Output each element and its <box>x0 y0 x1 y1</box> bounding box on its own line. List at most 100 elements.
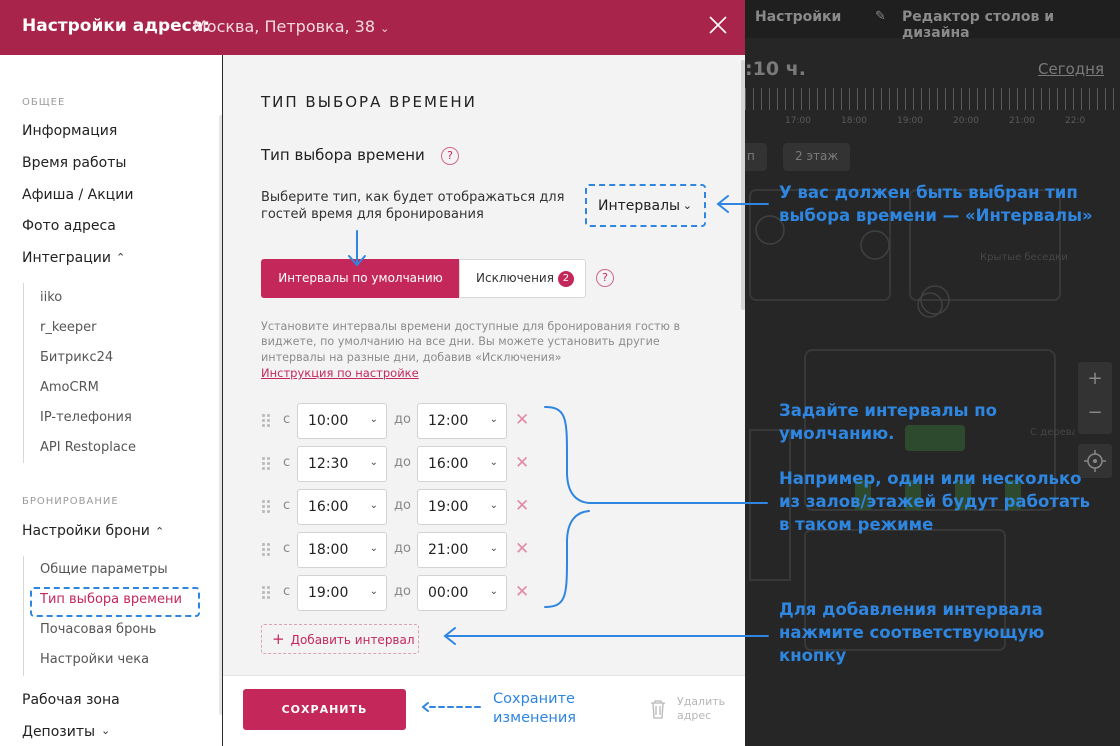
sidebar-item[interactable]: Депозиты <box>22 724 95 740</box>
sidebar-item[interactable]: Рабочая зона <box>22 692 120 708</box>
drag-handle-icon[interactable] <box>261 456 271 472</box>
interval-from-select[interactable]: 12:30 ⌄ <box>297 446 387 482</box>
interval-to-select[interactable]: 00:00 ⌄ <box>417 575 507 611</box>
chevron-down-icon: ⌄ <box>369 586 378 597</box>
sidebar-subitem[interactable]: r_keeper <box>40 320 97 335</box>
interval-from-value: 19:00 <box>308 585 349 601</box>
interval-from-select[interactable]: 16:00 ⌄ <box>297 489 387 525</box>
bg-settings-item: Настройки <box>755 9 842 25</box>
chevron-down-icon: ⌄ <box>101 724 111 737</box>
sidebar-subitem[interactable]: iiko <box>40 290 62 305</box>
from-label: с <box>283 455 291 470</box>
from-label: с <box>283 541 291 556</box>
plus-icon: + <box>272 630 285 648</box>
sidebar-subitem[interactable]: Битрикс24 <box>40 350 113 365</box>
from-label: с <box>283 584 291 599</box>
sidebar-subitem[interactable]: Почасовая бронь <box>40 622 156 637</box>
zoom-out-icon: − <box>1087 402 1103 423</box>
bg-hour-label: 22:0 <box>1065 116 1086 126</box>
sidebar-item[interactable]: Интеграции <box>22 250 111 266</box>
delete-address-label: Удалить адрес <box>677 695 726 722</box>
delete-interval-icon[interactable]: ✕ <box>515 453 529 473</box>
sidebar-item-booking[interactable]: Настройки брони <box>22 523 150 539</box>
drag-handle-icon[interactable] <box>261 413 271 429</box>
screen: Настройки ✎ Редактор столов и дизайна :1… <box>0 0 1120 746</box>
interval-row: с 19:00 ⌄ до 00:00 ⌄ ✕ <box>258 575 538 611</box>
sidebar-subitem[interactable]: AmoCRM <box>40 380 99 395</box>
interval-to-value: 12:00 <box>428 413 469 429</box>
bg-hour-label: 21:00 <box>1009 116 1035 126</box>
chevron-down-icon: ⌄ <box>489 457 498 468</box>
drag-handle-icon[interactable] <box>261 499 271 515</box>
save-button[interactable]: СОХРАНИТЬ <box>243 689 406 730</box>
sidebar-scrollbar[interactable] <box>219 115 222 715</box>
chevron-up-icon: ⌃ <box>155 525 165 538</box>
sidebar-item[interactable]: Информация <box>22 123 117 139</box>
delete-interval-icon[interactable]: ✕ <box>515 539 529 559</box>
annotation-example: Например, один или несколько из залов/эт… <box>779 469 1091 534</box>
interval-from-value: 18:00 <box>308 542 349 558</box>
interval-from-select[interactable]: 18:00 ⌄ <box>297 532 387 568</box>
interval-to-value: 19:00 <box>428 499 469 515</box>
to-label: до <box>394 584 411 599</box>
sidebar-subitem[interactable]: Настройки чека <box>40 652 149 667</box>
annotation-add-interval: Для добавления интервала нажмите соответ… <box>779 600 1045 665</box>
from-label: с <box>283 498 291 513</box>
interval-to-select[interactable]: 16:00 ⌄ <box>417 446 507 482</box>
submenu-line <box>23 556 24 676</box>
section-title: Тип выбора времени <box>261 146 425 164</box>
sidebar-subitem[interactable]: Общие параметры <box>40 562 168 577</box>
interval-to-select[interactable]: 19:00 ⌄ <box>417 489 507 525</box>
delete-interval-icon[interactable]: ✕ <box>515 496 529 516</box>
interval-to-select[interactable]: 12:00 ⌄ <box>417 403 507 439</box>
delete-interval-icon[interactable]: ✕ <box>515 582 529 602</box>
bg-floor-pill: 2 этаж <box>783 143 851 171</box>
chevron-down-icon: ⌄ <box>380 22 390 35</box>
sidebar-section-booking: БРОНИРОВАНИЕ <box>22 496 119 507</box>
save-annotation: Сохраните изменения <box>493 691 577 726</box>
bg-timeline-ruler <box>745 88 1120 110</box>
tab-default-intervals[interactable]: Интервалы по умолчанию <box>261 259 460 298</box>
interval-from-value: 12:30 <box>308 456 349 472</box>
svg-text:С дерева: С дерева <box>1030 427 1075 438</box>
close-icon[interactable] <box>706 13 730 37</box>
chevron-down-icon: ⌄ <box>369 500 378 511</box>
sidebar-item[interactable]: Время работы <box>22 155 126 171</box>
intervals-info-text: Установите интервалы времени доступные д… <box>261 320 681 364</box>
drag-handle-icon[interactable] <box>261 542 271 558</box>
interval-row: с 10:00 ⌄ до 12:00 ⌄ ✕ <box>258 403 538 439</box>
instruction-link[interactable]: Инструкция по настройке <box>261 366 419 380</box>
address-dropdown[interactable]: Москва, Петровка, 38 ⌄ <box>193 17 389 36</box>
help-icon[interactable]: ? <box>441 147 459 165</box>
chevron-down-icon: ⌄ <box>489 414 498 425</box>
tab-exceptions[interactable]: Исключения 2 <box>459 259 586 298</box>
svg-text:Крытые беседки: Крытые беседки <box>980 252 1068 263</box>
background-toolbar: Настройки ✎ Редактор столов и дизайна <box>745 0 1120 41</box>
from-label: с <box>283 412 291 427</box>
active-item-highlight <box>30 587 200 617</box>
bg-hour-label: 19:00 <box>897 116 923 126</box>
delete-interval-icon[interactable]: ✕ <box>515 410 529 430</box>
interval-from-select[interactable]: 19:00 ⌄ <box>297 575 387 611</box>
sidebar-section-general: ОБЩЕЕ <box>22 97 66 108</box>
sidebar-item[interactable]: Афиша / Акции <box>22 187 133 203</box>
drag-handle-icon[interactable] <box>261 585 271 601</box>
submenu-line <box>23 283 24 463</box>
chevron-down-icon: ⌄ <box>489 543 498 554</box>
main-scrollbar[interactable] <box>741 60 745 310</box>
bg-today-link: Сегодня <box>1038 60 1104 78</box>
sidebar-item[interactable]: Фото адреса <box>22 218 116 234</box>
modal-title: Настройки адреса: <box>22 16 211 36</box>
sidebar-subitem[interactable]: IP-телефония <box>40 410 132 425</box>
interval-from-select[interactable]: 10:00 ⌄ <box>297 403 387 439</box>
add-interval-button[interactable]: + Добавить интервал <box>261 624 419 654</box>
delete-address-button[interactable]: Удалить адрес <box>650 695 730 725</box>
interval-to-select[interactable]: 21:00 ⌄ <box>417 532 507 568</box>
sidebar-subitem[interactable]: API Restoplace <box>40 440 136 455</box>
help-icon[interactable]: ? <box>596 269 614 287</box>
chevron-up-icon: ⌃ <box>116 251 126 264</box>
interval-row: с 16:00 ⌄ до 19:00 ⌄ ✕ <box>258 489 538 525</box>
zoom-in-icon: + <box>1087 368 1103 389</box>
time-type-select[interactable]: Интервалы ⌄ <box>585 184 706 227</box>
type-description: Выберите тип, как будет отображаться для… <box>261 190 565 222</box>
